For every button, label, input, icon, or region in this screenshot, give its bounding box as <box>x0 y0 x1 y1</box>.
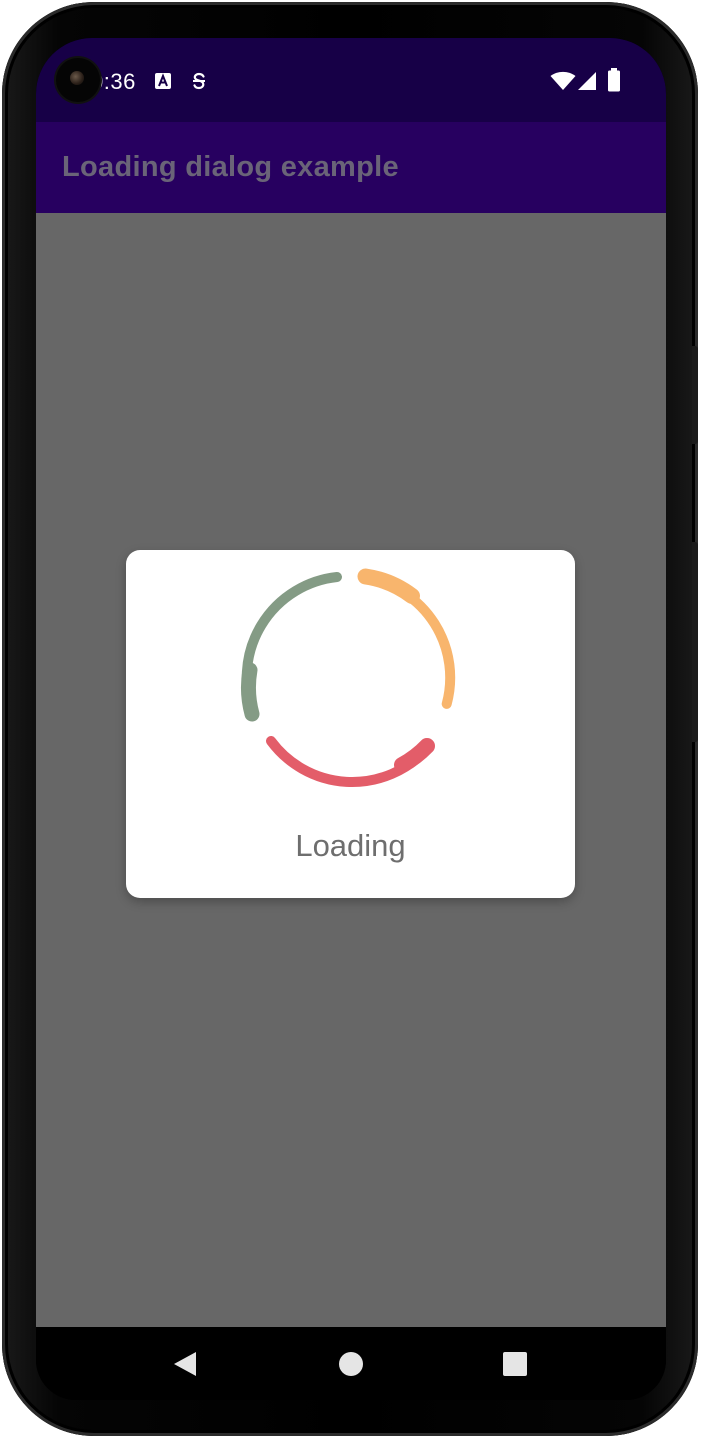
loading-label: Loading <box>295 828 406 863</box>
back-icon <box>174 1351 196 1376</box>
accessibility-a-icon <box>154 72 172 95</box>
power-button <box>692 346 698 444</box>
status-bar: 0:36 <box>36 38 666 122</box>
app-title: Loading dialog example <box>62 151 399 183</box>
recents-icon <box>503 1351 527 1376</box>
spinner-arc-red-tip <box>394 738 435 773</box>
recents-button[interactable] <box>485 1327 545 1400</box>
loading-spinner-icon <box>241 568 456 787</box>
cell-signal-icon <box>577 71 597 96</box>
battery-icon <box>607 68 621 97</box>
navigation-bar <box>36 1327 666 1400</box>
volume-button <box>692 542 698 742</box>
home-button[interactable] <box>321 1327 381 1400</box>
front-camera <box>56 58 100 102</box>
loading-dialog: Loading <box>126 550 575 898</box>
back-button[interactable] <box>155 1327 215 1400</box>
app-bar: Loading dialog example <box>36 122 666 213</box>
spinner-arc-green-tip <box>241 662 260 722</box>
wifi-icon <box>550 71 576 96</box>
spinner-arc-orange-tip <box>357 568 420 604</box>
home-icon <box>339 1351 363 1376</box>
content-area-scrim: Loading <box>36 213 666 1327</box>
phone-screen: 0:36 Loading dialog example Loading <box>36 38 666 1400</box>
sync-s-icon <box>190 71 208 96</box>
phone-frame: 0:36 Loading dialog example Loading <box>2 2 698 1436</box>
spinner-arc-green <box>241 572 342 720</box>
